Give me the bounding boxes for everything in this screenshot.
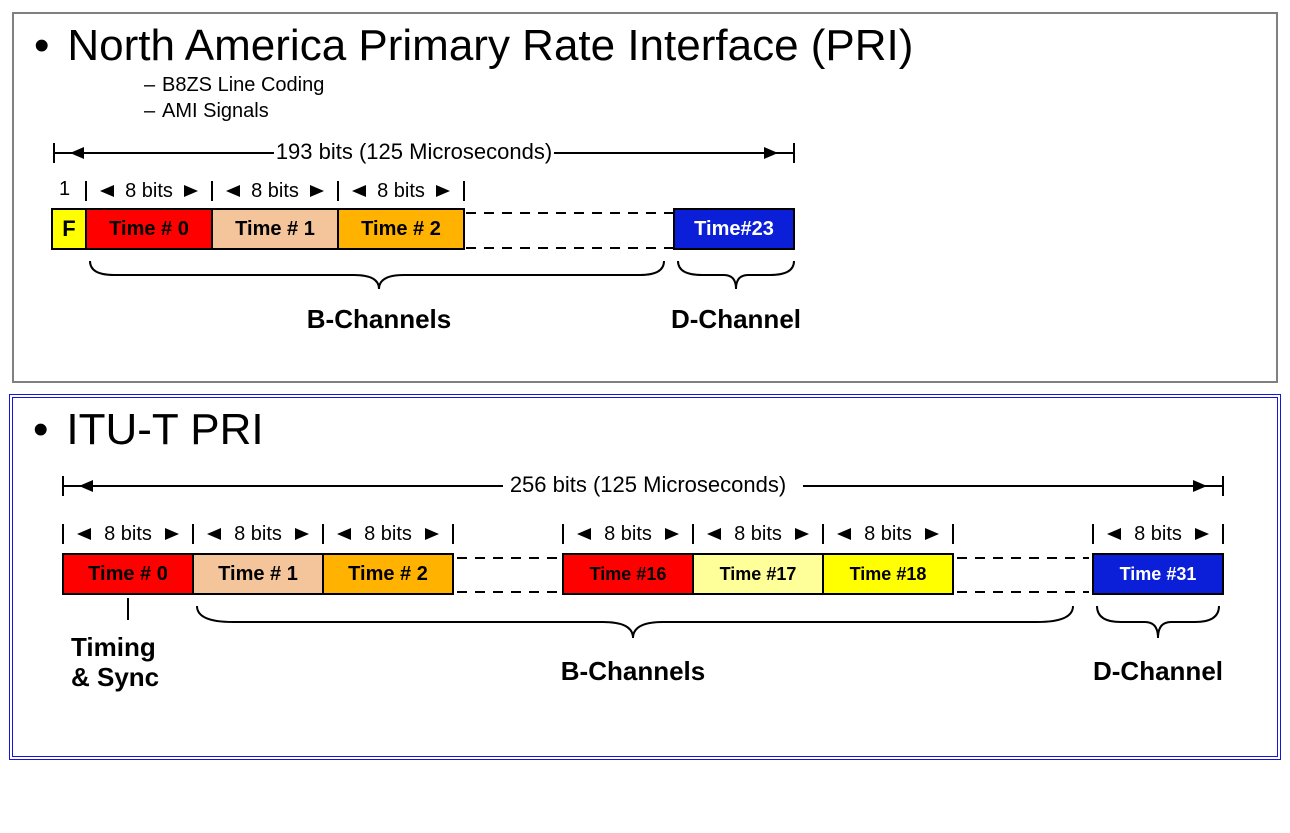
na-title: North America Primary Rate Interface (PR… — [67, 24, 913, 68]
itu-pri-panel: • ITU-T PRI 256 bits (125 Microseconds) … — [12, 397, 1278, 757]
na-span-label: 193 bits (125 Microseconds) — [276, 139, 552, 164]
itu-8bit-right: 8 bits — [1093, 523, 1223, 545]
itu-s31: Time #31 — [1120, 564, 1197, 584]
na-dchannel-brace: D-Channel — [671, 261, 801, 334]
na-8bit-labels: 8 bits 8 bits 8 bits — [86, 180, 464, 202]
svg-text:8 bits: 8 bits — [234, 523, 282, 545]
na-f: F — [62, 216, 75, 241]
na-slot1: Time # 1 — [235, 218, 315, 240]
bullet-icon: • — [34, 24, 49, 68]
itu-s17: Time #17 — [720, 564, 797, 584]
svg-text:8 bits: 8 bits — [864, 523, 912, 545]
na-bchannel-brace: B-Channels — [90, 261, 664, 334]
svg-text:8 bits: 8 bits — [604, 523, 652, 545]
svg-text:8 bits: 8 bits — [251, 180, 299, 202]
na-sublist: –B8ZS Line Coding –AMI Signals — [144, 74, 1256, 123]
itu-s16: Time #16 — [590, 564, 667, 584]
svg-text:Timing: Timing — [71, 632, 156, 662]
itu-slots: Time # 0 Time # 1 Time # 2 Time #16 Time… — [63, 554, 1223, 594]
itu-bch: B-Channels — [561, 656, 705, 686]
na-dch: D-Channel — [671, 304, 801, 334]
na-pri-panel: • North America Primary Rate Interface (… — [12, 12, 1278, 383]
na-framebit-label: 1 — [59, 178, 70, 200]
na-span-dimension: 193 bits (125 Microseconds) — [54, 139, 794, 165]
svg-text:8 bits: 8 bits — [125, 180, 173, 202]
itu-s0: Time # 0 — [88, 563, 168, 585]
svg-text:8 bits: 8 bits — [377, 180, 425, 202]
itu-s1: Time # 1 — [218, 563, 298, 585]
itu-8bit-mid: 8 bits 8 bits 8 bits — [563, 523, 953, 545]
na-diagram: 193 bits (125 Microseconds) 1 8 bits 8 b… — [34, 133, 1256, 363]
na-slot23: Time#23 — [694, 218, 774, 240]
na-bch: B-Channels — [307, 304, 451, 334]
itu-8bit-left: 8 bits 8 bits 8 bits — [63, 523, 453, 545]
itu-timing-label: Timing & Sync — [71, 598, 159, 692]
itu-span-dimension: 256 bits (125 Microseconds) — [63, 472, 1223, 498]
itu-bchannel-brace: B-Channels — [197, 606, 1073, 686]
svg-text:8 bits: 8 bits — [734, 523, 782, 545]
na-slot0: Time # 0 — [109, 218, 189, 240]
svg-text:8 bits: 8 bits — [1134, 523, 1182, 545]
itu-diagram: 256 bits (125 Microseconds) 8 bits 8 bit… — [33, 458, 1257, 738]
svg-text:& Sync: & Sync — [71, 662, 159, 692]
itu-title: ITU-T PRI — [66, 408, 263, 452]
itu-dchannel-brace: D-Channel — [1093, 606, 1223, 686]
na-slot2: Time # 2 — [361, 218, 441, 240]
na-sub1: B8ZS Line Coding — [162, 74, 324, 96]
na-sub2: AMI Signals — [162, 100, 269, 122]
bullet-icon: • — [33, 408, 48, 452]
na-slots: F Time # 0 Time # 1 Time # 2 Time#23 — [52, 209, 794, 249]
svg-text:8 bits: 8 bits — [104, 523, 152, 545]
svg-text:8 bits: 8 bits — [364, 523, 412, 545]
itu-dch: D-Channel — [1093, 656, 1223, 686]
itu-span-label: 256 bits (125 Microseconds) — [510, 472, 786, 497]
itu-s18: Time #18 — [850, 564, 927, 584]
itu-s2: Time # 2 — [348, 563, 428, 585]
